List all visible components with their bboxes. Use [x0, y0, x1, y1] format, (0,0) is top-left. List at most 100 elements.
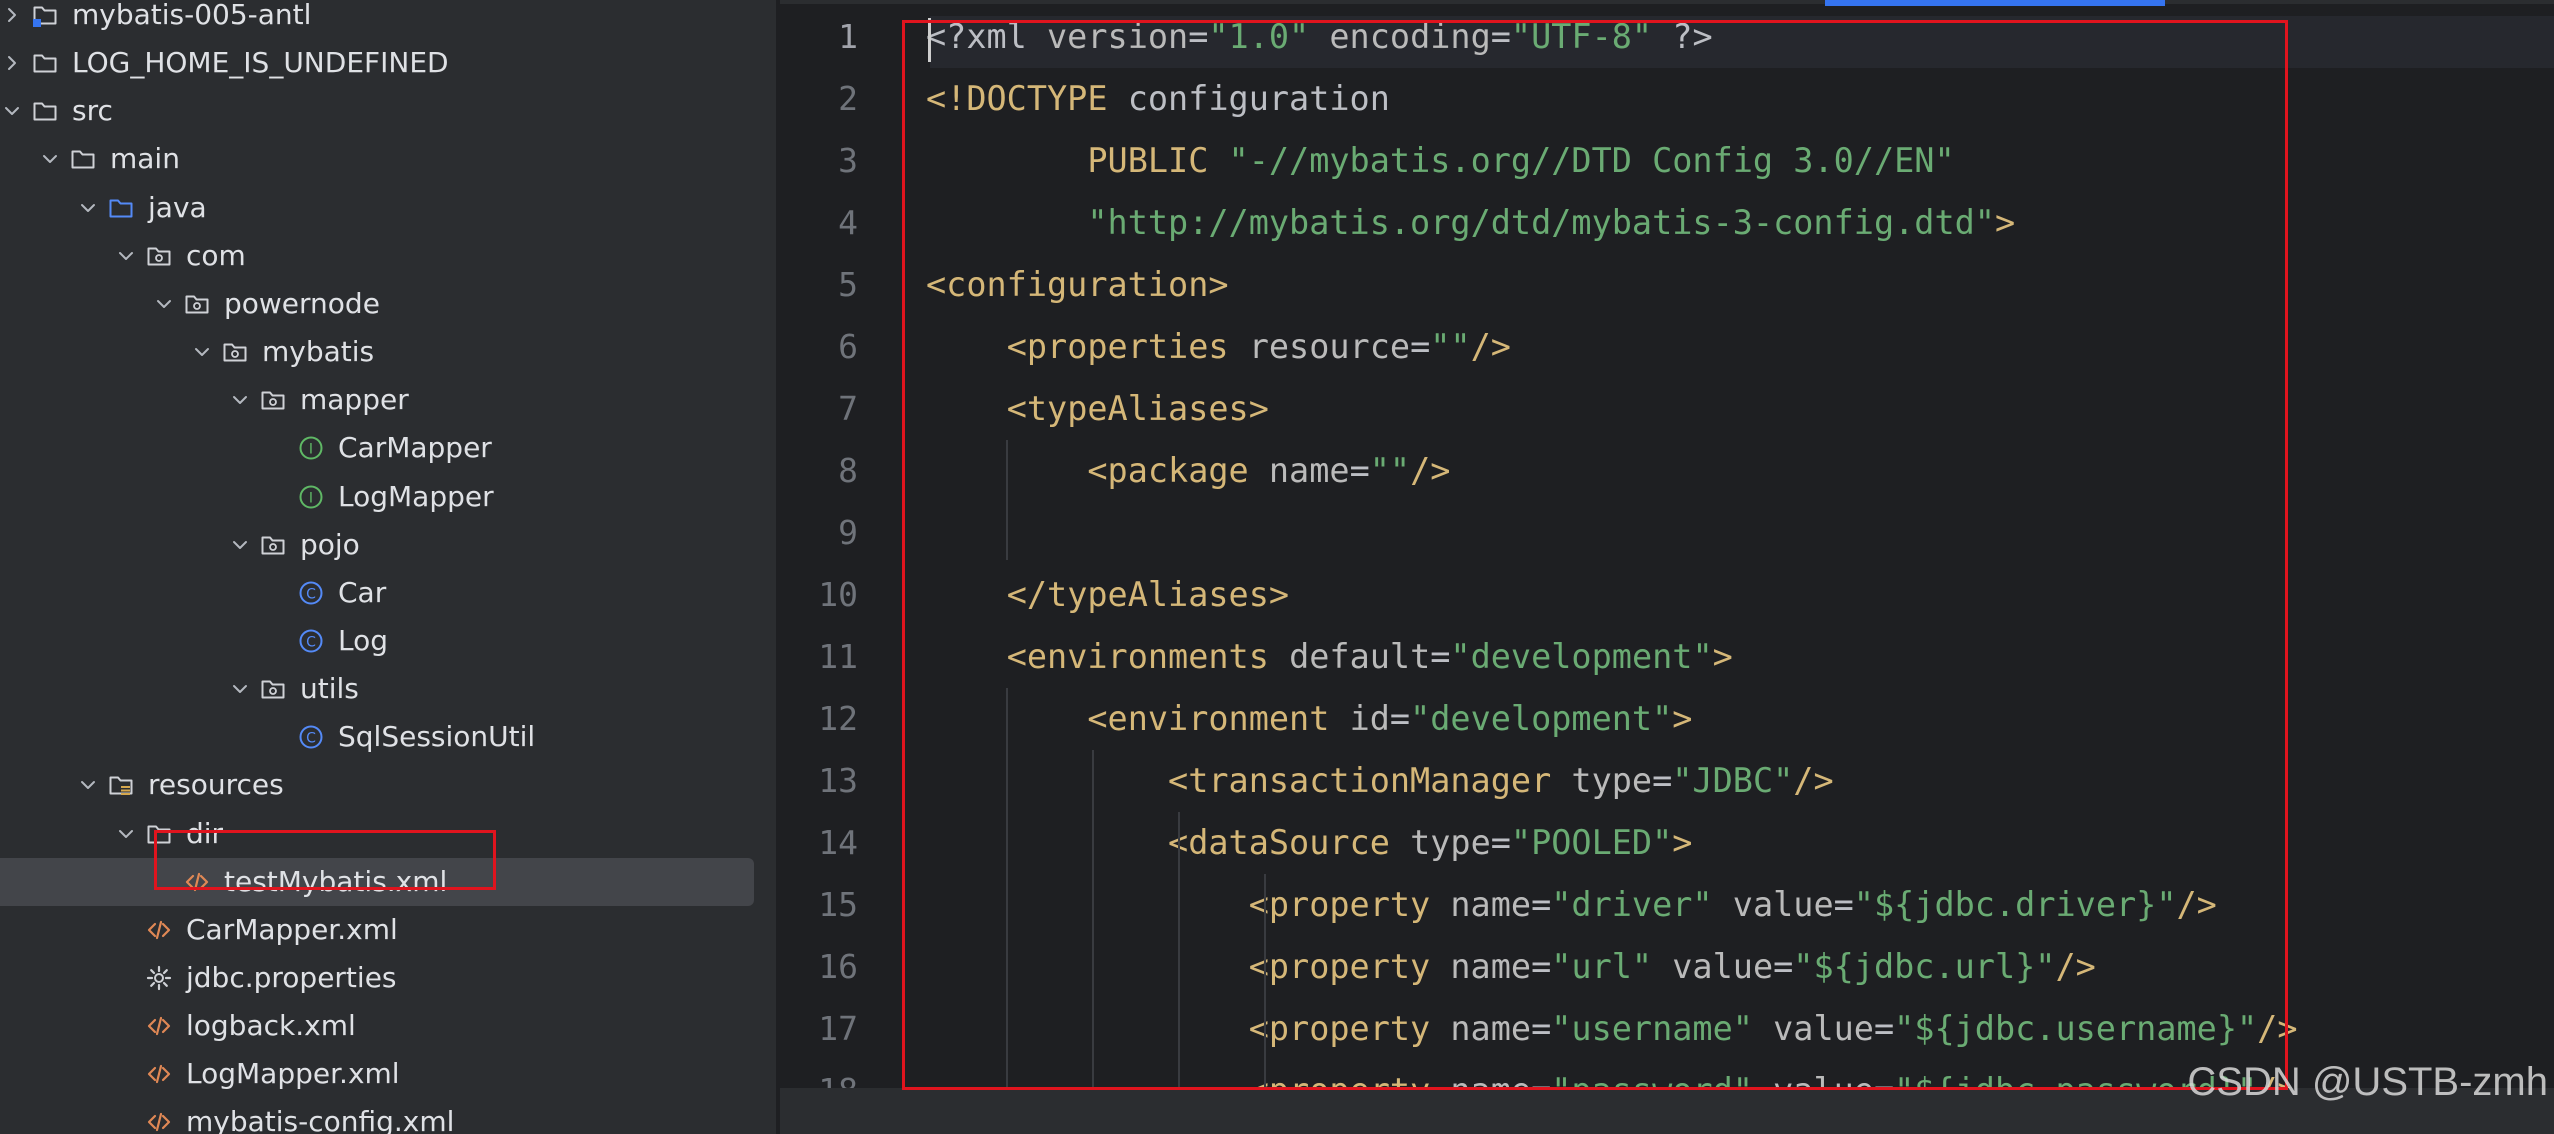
tree-item[interactable]: resources: [0, 761, 776, 809]
svg-text:I: I: [309, 490, 313, 506]
chevron-down-icon[interactable]: [40, 149, 60, 169]
class-icon: C: [298, 580, 324, 606]
line-number: 9: [838, 513, 858, 552]
folder-icon: [32, 98, 58, 124]
chevron-down-icon[interactable]: [154, 294, 174, 314]
tree-item-label: mybatis-005-antl: [72, 0, 312, 31]
line-number: 6: [838, 327, 858, 366]
tree-item[interactable]: pojo: [0, 521, 776, 569]
chevron-down-icon[interactable]: [230, 390, 250, 410]
chevron-right-icon[interactable]: [2, 53, 22, 73]
tree-item-label: SqlSessionUtil: [338, 720, 536, 754]
class-icon: C: [298, 628, 324, 654]
tree-item-label: logback.xml: [186, 1009, 356, 1043]
line-number: 12: [818, 699, 858, 738]
chevron-down-icon[interactable]: [192, 342, 212, 362]
interface-icon: I: [298, 435, 324, 461]
tree-item[interactable]: logback.xml: [0, 1002, 776, 1050]
svg-text:C: C: [306, 634, 316, 650]
xml-file-icon: [146, 1013, 172, 1039]
tree-item-label: com: [186, 238, 246, 272]
package-icon: [260, 532, 286, 558]
tree-item-label: CarMapper.xml: [186, 912, 398, 946]
tree-item[interactable]: utils: [0, 665, 776, 713]
tree-item[interactable]: main: [0, 135, 776, 183]
tree-item-label: mybatis: [262, 335, 375, 369]
tree-item-label: CarMapper: [338, 431, 492, 465]
tree-item-label: Car: [338, 575, 387, 609]
chevron-down-icon[interactable]: [116, 246, 136, 266]
line-number: 1: [838, 17, 858, 56]
xml-file-icon: [146, 1061, 172, 1087]
tree-item[interactable]: mapper: [0, 376, 776, 424]
chevron-down-icon[interactable]: [230, 679, 250, 699]
line-number: 15: [818, 885, 858, 924]
tree-item[interactable]: java: [0, 184, 776, 232]
line-number: 17: [818, 1009, 858, 1048]
line-number: 7: [838, 389, 858, 428]
tree-item[interactable]: com: [0, 232, 776, 280]
resources-folder-icon: [108, 772, 134, 798]
tree-item[interactable]: C Log: [0, 617, 776, 665]
tree-item-label: jdbc.properties: [186, 961, 397, 994]
tree-item[interactable]: LOG_HOME_IS_UNDEFINED: [0, 39, 776, 87]
module-folder-icon: [32, 2, 58, 28]
tree-item-label: src: [72, 94, 113, 128]
tree-item-label: java: [148, 190, 207, 224]
active-tab-indicator: [1825, 0, 2165, 6]
package-icon: [146, 243, 172, 269]
tree-item-label: LOG_HOME_IS_UNDEFINED: [72, 46, 449, 80]
chevron-down-icon[interactable]: [78, 775, 98, 795]
xml-file-icon: [146, 1109, 172, 1134]
package-icon: [184, 291, 210, 317]
tree-item[interactable]: mybatis: [0, 328, 776, 376]
line-number: 3: [838, 141, 858, 180]
tree-item-label: main: [110, 142, 180, 176]
code-editor[interactable]: 123456789101112131415161718 <?xml versio…: [780, 0, 2554, 1134]
chevron-right-icon[interactable]: [2, 5, 22, 25]
class-icon: C: [298, 724, 324, 750]
tree-item[interactable]: mybatis-config.xml: [0, 1098, 776, 1134]
tree-item-label: resources: [148, 768, 284, 802]
code-highlight-box: [902, 20, 2288, 1090]
line-number: 16: [818, 947, 858, 986]
line-number: 8: [838, 451, 858, 490]
interface-icon: I: [298, 484, 324, 510]
chevron-down-icon[interactable]: [2, 101, 22, 121]
line-number: 11: [818, 637, 858, 676]
tree-item[interactable]: C Car: [0, 569, 776, 617]
line-number: 14: [818, 823, 858, 862]
package-icon: [260, 387, 286, 413]
tree-item-label: LogMapper.xml: [186, 1057, 400, 1091]
svg-text:C: C: [306, 586, 316, 602]
line-number: 4: [838, 203, 858, 242]
package-icon: [222, 339, 248, 365]
tree-item[interactable]: LogMapper.xml: [0, 1050, 776, 1098]
tree-item[interactable]: src: [0, 87, 776, 135]
line-number: 13: [818, 761, 858, 800]
tree-item-label: mapper: [300, 383, 409, 417]
svg-text:I: I: [309, 442, 313, 458]
tree-item-label: LogMapper: [338, 479, 494, 513]
line-number: 5: [838, 265, 858, 304]
tree-item[interactable]: powernode: [0, 280, 776, 328]
tree-item[interactable]: I CarMapper: [0, 424, 776, 472]
svg-text:C: C: [306, 731, 316, 747]
chevron-down-icon[interactable]: [78, 198, 98, 218]
line-number: 2: [838, 79, 858, 118]
tree-item[interactable]: I LogMapper: [0, 473, 776, 521]
package-icon: [260, 676, 286, 702]
tree-item[interactable]: C SqlSessionUtil: [0, 713, 776, 761]
chevron-down-icon[interactable]: [116, 824, 136, 844]
project-tree-panel: mybatis-005-antl LOG_HOME_IS_UNDEFINEDsrc…: [0, 0, 776, 1134]
tree-item-label: pojo: [300, 527, 360, 561]
tree-item[interactable]: jdbc.properties: [0, 954, 776, 1002]
tree-item-label: powernode: [224, 286, 380, 320]
tree-item[interactable]: mybatis-005-antl: [0, 0, 776, 39]
watermark-text: CSDN @USTB-zmh: [2187, 1060, 2548, 1104]
tree-item-label: Log: [338, 623, 389, 657]
folder-icon: [70, 146, 96, 172]
properties-file-icon: [146, 965, 172, 991]
chevron-down-icon[interactable]: [230, 535, 250, 555]
tree-item[interactable]: CarMapper.xml: [0, 906, 776, 954]
